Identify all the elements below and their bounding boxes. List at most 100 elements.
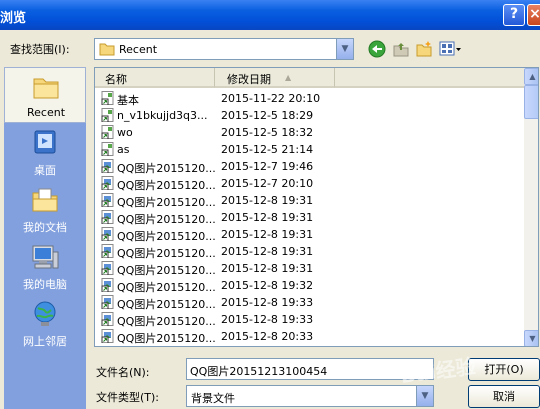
scroll-down-button[interactable]: ▼ xyxy=(524,330,538,346)
file-name: QQ图片2015120... xyxy=(117,179,216,192)
file-row[interactable]: QQ图片2015120...2015-12-8 20:33 xyxy=(97,328,427,345)
file-row[interactable]: QQ图片2015120... 2015-12-8 19:31 xyxy=(97,192,427,209)
file-date: 2015-12-5 18:32 xyxy=(221,126,314,139)
file-row[interactable]: QQ图片2015120... 2015-12-8 19:31 xyxy=(97,260,427,277)
file-date: 2015-12-8 19:31 xyxy=(221,211,314,224)
new-folder-icon[interactable] xyxy=(415,40,433,58)
window-title: 浏览 xyxy=(0,11,27,26)
file-row[interactable]: n_v1bkujjd3q3... 2015-12-5 18:29 xyxy=(97,107,427,124)
file-name: QQ图片2015120... xyxy=(117,332,216,345)
file-row[interactable]: QQ图片2015120... 2015-12-7 19:46 xyxy=(97,158,427,175)
file-row[interactable]: QQ图片2015120... 2015-12-8 19:33 xyxy=(97,294,427,311)
look-in-combo[interactable]: Recent ▼ xyxy=(94,38,354,60)
file-name: 基本 xyxy=(117,94,139,107)
image-file-icon xyxy=(101,278,114,292)
file-date: 2015-12-5 18:29 xyxy=(221,109,314,122)
shortcut-file-icon xyxy=(101,91,114,105)
network-places-icon xyxy=(34,301,56,326)
place-label: 桌面 xyxy=(34,164,56,177)
place-my-documents[interactable]: 我的文档 xyxy=(4,181,86,237)
file-name: QQ图片2015120... xyxy=(117,196,216,209)
recent-folder-icon xyxy=(33,78,59,99)
image-file-icon xyxy=(101,295,114,309)
place-label: 我的文档 xyxy=(23,221,67,234)
file-row[interactable]: QQ图片2015120... 2015-12-8 19:33 xyxy=(97,311,427,328)
scroll-up-button[interactable]: ▲ xyxy=(524,68,538,85)
file-row[interactable]: as 2015-12-5 21:14 xyxy=(97,141,427,158)
file-name: n_v1bkujjd3q3... xyxy=(117,109,208,122)
my-computer-icon xyxy=(32,245,59,269)
column-modified-label: 修改日期 xyxy=(227,73,271,86)
shortcut-file-icon xyxy=(101,142,114,156)
filetype-dropdown-button[interactable]: ▼ xyxy=(416,386,433,406)
file-list[interactable]: 名称 修改日期 ▲ 基本 2015-11-22 20:10 n_v1bkujjd3q… xyxy=(94,67,539,347)
place-my-computer[interactable]: 我的电脑 xyxy=(4,238,86,294)
filetype-combo[interactable]: 背景文件 ▼ xyxy=(186,385,434,407)
filename-input[interactable]: QQ图片20151213100454 xyxy=(186,358,434,380)
file-date: 2015-12-8 19:33 xyxy=(221,313,314,326)
file-row[interactable]: wo 2015-12-5 18:32 xyxy=(97,124,427,141)
file-row[interactable]: QQ图片2015120... 2015-12-8 19:32 xyxy=(97,277,427,294)
open-button[interactable]: 打开(O) xyxy=(468,358,540,381)
image-file-icon xyxy=(101,227,114,241)
image-file-icon xyxy=(101,346,115,347)
file-name: wo xyxy=(117,126,133,139)
look-in-value: Recent xyxy=(119,43,158,56)
filetype-label: 文件类型(T): xyxy=(96,391,160,404)
file-row[interactable]: 基本 2015-11-22 20:10 xyxy=(97,90,427,107)
place-label: 我的电脑 xyxy=(23,278,67,291)
file-name: QQ图片2015120... xyxy=(117,213,216,226)
image-file-icon xyxy=(101,210,114,224)
image-file-icon xyxy=(101,312,114,326)
back-arrow-icon[interactable] xyxy=(368,40,386,58)
file-date: 2015-12-7 20:10 xyxy=(221,177,314,190)
file-row[interactable]: QQ图片2015120... 2015-12-8 19:31 xyxy=(97,209,427,226)
close-button[interactable]: × xyxy=(527,4,540,26)
scroll-thumb[interactable] xyxy=(524,85,538,119)
place-desktop[interactable]: 桌面 xyxy=(4,124,86,180)
folder-icon xyxy=(99,43,115,56)
shortcut-file-icon xyxy=(101,125,114,139)
image-file-icon xyxy=(101,329,114,343)
filename-label: 文件名(N): xyxy=(96,366,150,379)
places-bar: Recent 桌面 我的文档 我的电脑 网上邻居 xyxy=(4,67,86,409)
place-network[interactable]: 网上邻居 xyxy=(4,295,86,351)
file-name: QQ图片2015120... xyxy=(117,247,216,260)
views-menu-icon[interactable] xyxy=(439,40,463,58)
column-header-name[interactable]: 名称 xyxy=(95,68,215,88)
file-row[interactable]: QQ图片2015120...2015-12-8 20:33 xyxy=(97,345,427,347)
place-label: Recent xyxy=(26,106,66,119)
vertical-scrollbar[interactable]: ▲ ▼ xyxy=(524,68,538,346)
file-date: 2015-11-22 20:10 xyxy=(221,92,321,105)
image-file-icon xyxy=(101,261,114,275)
my-documents-icon xyxy=(32,188,58,212)
image-file-icon xyxy=(101,176,114,190)
image-file-icon xyxy=(101,159,114,173)
image-file-icon xyxy=(101,193,114,207)
filetype-value: 背景文件 xyxy=(191,392,235,405)
look-in-dropdown-button[interactable]: ▼ xyxy=(336,39,353,59)
cancel-button[interactable]: 取消 xyxy=(468,385,540,408)
column-header-modified[interactable]: 修改日期 ▲ xyxy=(215,68,335,88)
file-name: as xyxy=(117,143,130,156)
sort-ascending-icon: ▲ xyxy=(285,73,292,82)
file-date: 2015-12-8 19:31 xyxy=(221,228,314,241)
file-date: 2015-12-8 19:31 xyxy=(221,262,314,275)
file-row[interactable]: QQ图片2015120... 2015-12-8 19:31 xyxy=(97,226,427,243)
file-name: QQ图片2015120... xyxy=(117,162,216,175)
file-date: 2015-12-8 19:31 xyxy=(221,245,314,258)
file-row[interactable]: QQ图片2015120... 2015-12-8 19:31 xyxy=(97,243,427,260)
file-name: QQ图片2015120... xyxy=(117,315,216,328)
file-name: QQ图片2015120... xyxy=(117,281,216,294)
file-date: 2015-12-8 19:31 xyxy=(221,194,314,207)
file-name: QQ图片2015120... xyxy=(117,298,216,311)
title-bar: 浏览 ? × xyxy=(0,0,540,30)
place-recent[interactable]: Recent xyxy=(4,67,86,123)
file-name: QQ图片2015120... xyxy=(117,264,216,277)
file-date: 2015-12-5 21:14 xyxy=(221,143,314,156)
desktop-icon xyxy=(34,130,56,154)
up-folder-icon[interactable] xyxy=(392,40,410,58)
file-row[interactable]: QQ图片2015120... 2015-12-7 20:10 xyxy=(97,175,427,192)
help-button[interactable]: ? xyxy=(503,4,525,26)
column-header-empty xyxy=(335,68,525,88)
